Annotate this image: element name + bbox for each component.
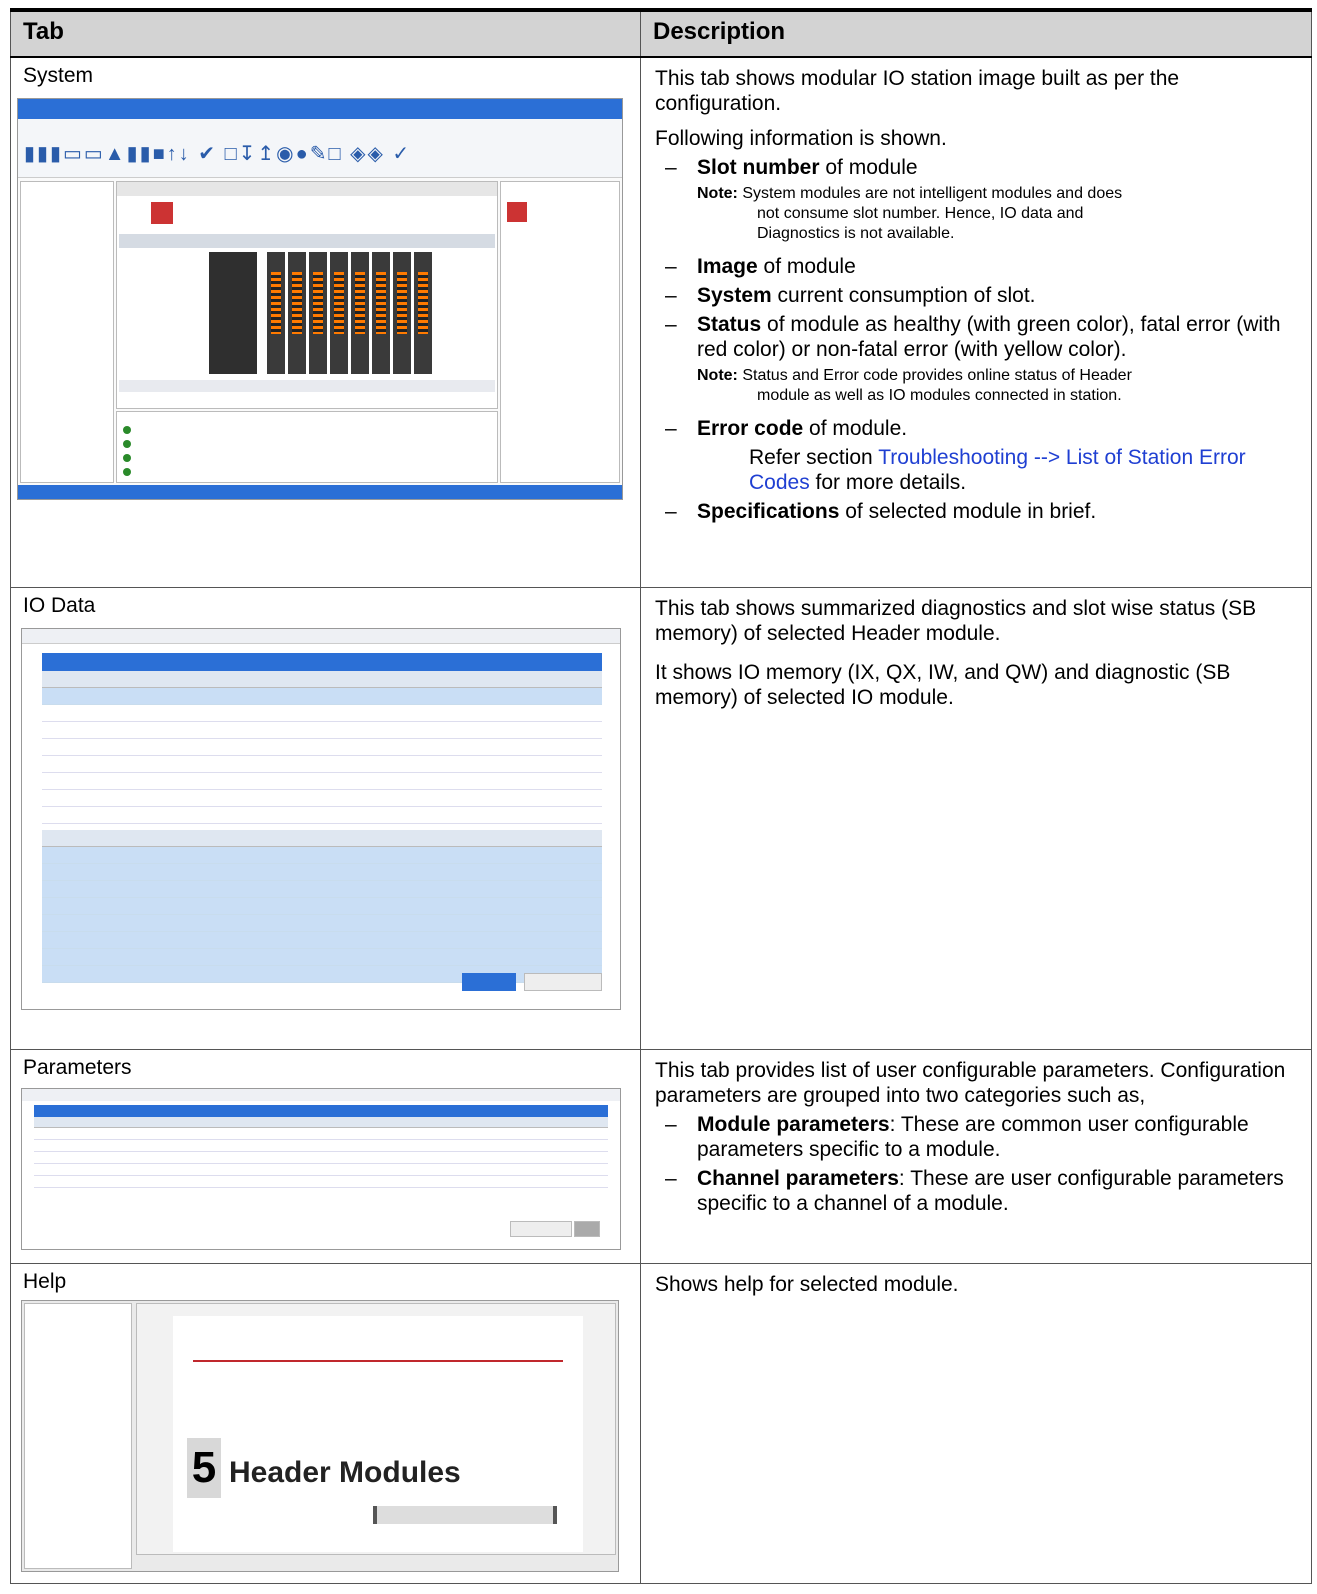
row-parameters: Parameters This tab provides list of use… bbox=[10, 1048, 1312, 1264]
system-following: Following information is shown. bbox=[655, 127, 947, 150]
iodata-para-1: This tab shows summarized diagnostics an… bbox=[655, 596, 1257, 645]
status-bar bbox=[18, 485, 622, 499]
specifications-panel bbox=[500, 181, 620, 483]
bullet-system-current: System current consumption of slot. bbox=[655, 283, 1297, 308]
table-header-row: Tab Description bbox=[10, 8, 1312, 58]
help-description-cell: Shows help for selected module. bbox=[640, 1262, 1312, 1584]
header-tab: Tab bbox=[10, 8, 641, 58]
title-bar bbox=[18, 99, 622, 119]
error-code-reference: Refer section Troubleshooting --> List o… bbox=[749, 446, 1246, 494]
parameters-tab-cell: Parameters bbox=[10, 1048, 641, 1264]
system-tab-cell: System ▮▮▮▭▭▲▮▮■↑↓ ✔ □↧↥◉●✎□ ◈◈ ✓ bbox=[10, 56, 641, 588]
help-screenshot: 5 Header Modules bbox=[21, 1299, 619, 1572]
row-help: Help 5 Header Modules Shows help for sel… bbox=[10, 1262, 1312, 1584]
iodata-tab-name: IO Data bbox=[23, 593, 96, 617]
help-tab-cell: Help 5 Header Modules bbox=[10, 1262, 641, 1584]
collapse-all-button[interactable] bbox=[462, 972, 516, 991]
row-system: System ▮▮▮▭▭▲▮▮■↑↓ ✔ □↧↥◉●✎□ ◈◈ ✓ This t… bbox=[10, 56, 1312, 588]
toolbar-icons: ▮▮▮▭▭▲▮▮■↑↓ ✔ □↧↥◉●✎□ ◈◈ ✓ bbox=[24, 143, 412, 165]
bullet-channel-parameters: Channel parameters: These are user confi… bbox=[655, 1166, 1297, 1216]
parameters-description-cell: This tab provides list of user configura… bbox=[640, 1048, 1312, 1264]
row-io-data: IO Data This tab shows summarized diagno… bbox=[10, 586, 1312, 1050]
bullet-specifications: Specifications of selected module in bri… bbox=[655, 499, 1297, 524]
project-organizer-panel bbox=[20, 181, 114, 483]
system-tab-name: System bbox=[23, 64, 94, 87]
clear-forced-values-button[interactable] bbox=[524, 972, 602, 991]
iodata-para-2: It shows IO memory (IX, QX, IW, and QW) … bbox=[655, 660, 1231, 709]
chapter-title: Header Modules bbox=[229, 1455, 461, 1489]
bullet-module-parameters: Module parameters: These are common user… bbox=[655, 1112, 1297, 1162]
reset-button[interactable] bbox=[574, 1220, 600, 1237]
system-screenshot: ▮▮▮▭▭▲▮▮■↑↓ ✔ □↧↥◉●✎□ ◈◈ ✓ bbox=[17, 98, 623, 500]
chapter-number: 5 bbox=[187, 1437, 221, 1498]
help-tab-name: Help bbox=[23, 1269, 67, 1293]
parameters-intro: This tab provides list of user configura… bbox=[655, 1058, 1286, 1107]
note-system-modules: Note: System modules are not intelligent… bbox=[697, 185, 1123, 242]
system-description-cell: This tab shows modular IO station image … bbox=[640, 56, 1312, 588]
bullet-image: Image of module bbox=[655, 254, 1297, 279]
bullet-error-code: Error code of module. bbox=[655, 416, 1297, 441]
system-intro: This tab shows modular IO station image … bbox=[655, 67, 1180, 115]
bullet-slot-number: Slot number of module bbox=[655, 155, 1297, 180]
iodata-description-cell: This tab shows summarized diagnostics an… bbox=[640, 586, 1312, 1050]
iodata-tab-cell: IO Data bbox=[10, 586, 641, 1050]
help-description: Shows help for selected module. bbox=[655, 1272, 959, 1296]
help-project-organizer bbox=[24, 1302, 132, 1569]
io-grid-header bbox=[42, 652, 602, 671]
help-content-panel: 5 Header Modules bbox=[136, 1302, 616, 1555]
parameters-screenshot bbox=[21, 1087, 621, 1250]
messages-panel bbox=[116, 411, 498, 483]
tab-description-table: Tab Description System ▮▮▮▭▭▲▮▮■↑↓ ✔ □↧↥… bbox=[10, 8, 1312, 1584]
note-status-error: Note: Status and Error code provides onl… bbox=[697, 367, 1132, 404]
system-view-panel bbox=[116, 181, 498, 409]
param-button[interactable] bbox=[510, 1220, 572, 1237]
header-module-image bbox=[209, 252, 257, 374]
ribbon-toolbar: ▮▮▮▭▭▲▮▮■↑↓ ✔ □↧↥◉●✎□ ◈◈ ✓ bbox=[18, 119, 622, 178]
iodata-screenshot bbox=[21, 627, 621, 1010]
bullet-status: Status of module as healthy (with green … bbox=[655, 312, 1297, 362]
parameters-tab-name: Parameters bbox=[23, 1055, 132, 1079]
header-description: Description bbox=[640, 8, 1312, 58]
